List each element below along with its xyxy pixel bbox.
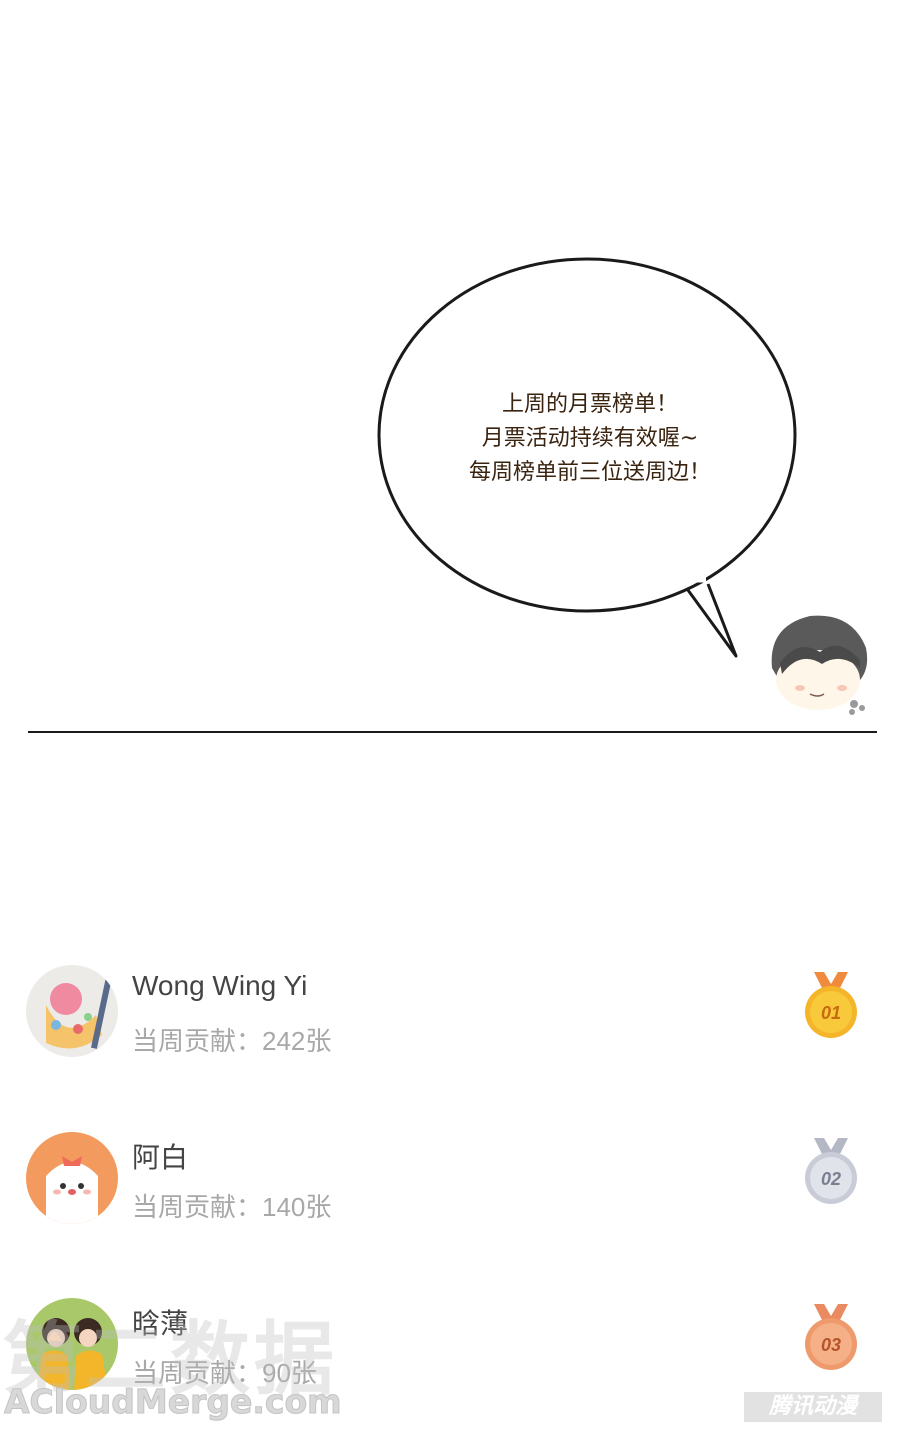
bubble-line-2: 月票活动持续有效喔~ bbox=[481, 426, 699, 451]
bubble-text: 上周的月票榜单！ 月票活动持续有效喔~ 每周榜单前三位送周边！ bbox=[425, 388, 755, 490]
medal-rank-label: 03 bbox=[821, 1335, 841, 1355]
contribution-text: 当周贡献：242张 bbox=[132, 1021, 331, 1058]
watermark-en: ACloudMerge.com bbox=[4, 1382, 343, 1422]
divider-line bbox=[28, 731, 877, 733]
chibi-character-image bbox=[771, 615, 868, 715]
medal-rank-label: 02 bbox=[821, 1169, 841, 1189]
contribution-label: 当周贡献： bbox=[132, 1027, 263, 1057]
user-name[interactable]: 阿白 bbox=[132, 1136, 188, 1176]
contribution-value: 140张 bbox=[262, 1192, 332, 1222]
silver-medal-icon: 02 bbox=[805, 1138, 857, 1204]
bubble-line-1: 上周的月票榜单！ bbox=[501, 392, 678, 417]
contribution-label: 当周贡献： bbox=[132, 1193, 263, 1223]
bronze-medal-icon: 03 bbox=[805, 1304, 857, 1370]
medal-rank-label: 01 bbox=[821, 1003, 841, 1023]
bubble-line-3: 每周榜单前三位送周边！ bbox=[468, 460, 711, 485]
watermark-corner: 腾讯动漫 bbox=[744, 1392, 882, 1422]
contribution-text: 当周贡献：140张 bbox=[132, 1187, 331, 1224]
avatar[interactable] bbox=[26, 965, 118, 1057]
contribution-value: 242张 bbox=[262, 1026, 332, 1056]
user-name[interactable]: Wong Wing Yi bbox=[132, 970, 307, 1002]
gold-medal-icon: 01 bbox=[805, 972, 857, 1038]
avatar[interactable] bbox=[26, 1132, 118, 1224]
